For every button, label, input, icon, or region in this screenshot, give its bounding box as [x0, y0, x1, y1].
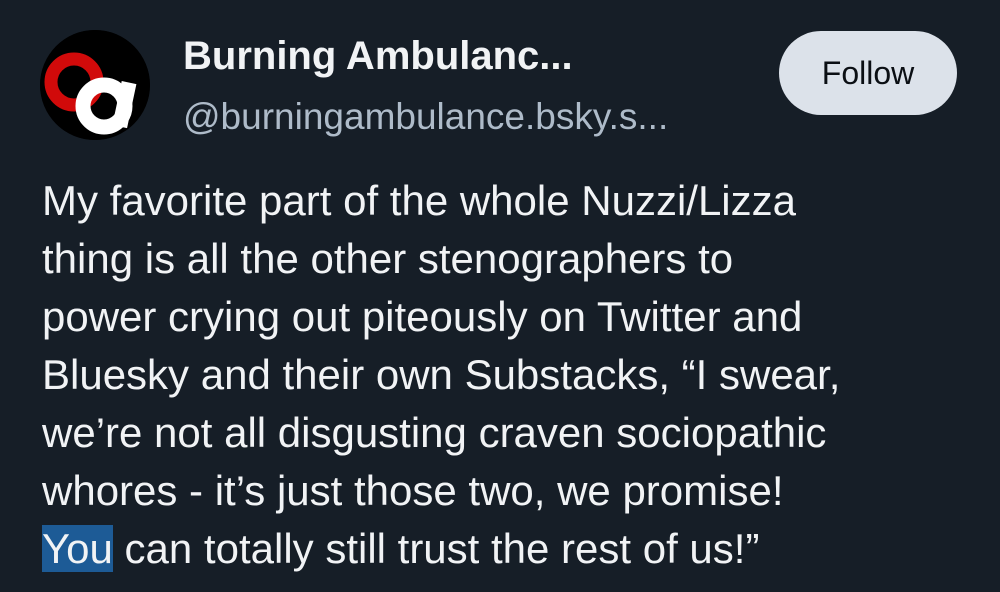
post-text: My favorite part of the whole Nuzzi/Lizz… — [42, 172, 982, 578]
author-handle[interactable]: @burningambulance.bsky.s... — [183, 98, 668, 135]
selected-text: You — [42, 525, 113, 572]
burning-ambulance-logo-icon — [40, 30, 150, 140]
post-text-line: power crying out piteously on Twitter an… — [42, 293, 803, 340]
post-text-last-line: You can totally still trust the rest of … — [42, 520, 982, 578]
follow-button[interactable]: Follow — [779, 31, 957, 115]
avatar[interactable] — [40, 30, 150, 140]
post-text-line: Bluesky and their own Substacks, “I swea… — [42, 351, 841, 398]
post-text-line: thing is all the other stenographers to — [42, 235, 734, 282]
post-text-line: whores - it’s just those two, we promise… — [42, 467, 784, 514]
post-text-line: we’re not all disgusting craven sociopat… — [42, 409, 827, 456]
post-text-line-rest: can totally still trust the rest of us!” — [112, 525, 760, 572]
post-text-line: My favorite part of the whole Nuzzi/Lizz… — [42, 177, 796, 224]
post-card: Burning Ambulanc... @burningambulance.bs… — [0, 0, 1000, 592]
author-display-name[interactable]: Burning Ambulanc... — [183, 36, 573, 76]
